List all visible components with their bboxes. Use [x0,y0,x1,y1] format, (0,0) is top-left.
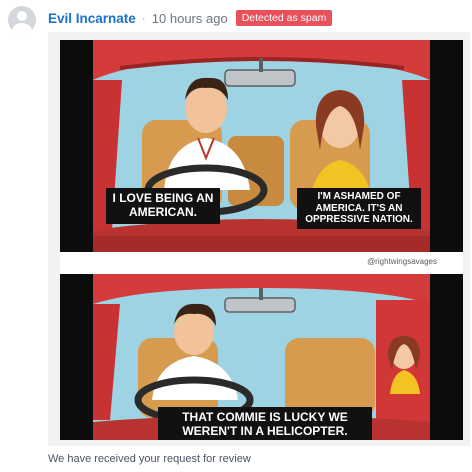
meme-image[interactable]: I LOVE BEING AN AMERICAN. I'M ASHAMED OF… [60,40,463,440]
comment-meta: Evil Incarnate · 10 hours ago Detected a… [48,9,333,27]
panel2-caption: THAT COMMIE IS LUCKY WE WEREN'T IN A HEL… [158,407,372,440]
panel1-caption-right: I'M ASHAMED OF AMERICA. IT'S AN OPPRESSI… [297,188,421,229]
default-avatar-icon[interactable] [8,6,36,34]
author-name-link[interactable]: Evil Incarnate [48,11,136,26]
image-watermark: @rightwingsavages [367,257,437,266]
spam-status-badge: Detected as spam [235,10,333,26]
avatar-head [17,11,27,21]
meme-illustration [60,40,463,440]
comment-card: Evil Incarnate · 10 hours ago Detected a… [0,0,472,472]
review-status-message: We have received your request for review [48,453,251,465]
avatar-body [12,23,32,34]
comment-media-frame: I LOVE BEING AN AMERICAN. I'M ASHAMED OF… [48,32,470,446]
timestamp-link[interactable]: 10 hours ago [152,11,228,26]
panel1-caption-left: I LOVE BEING AN AMERICAN. [106,188,220,224]
meta-separator: · [141,11,146,25]
